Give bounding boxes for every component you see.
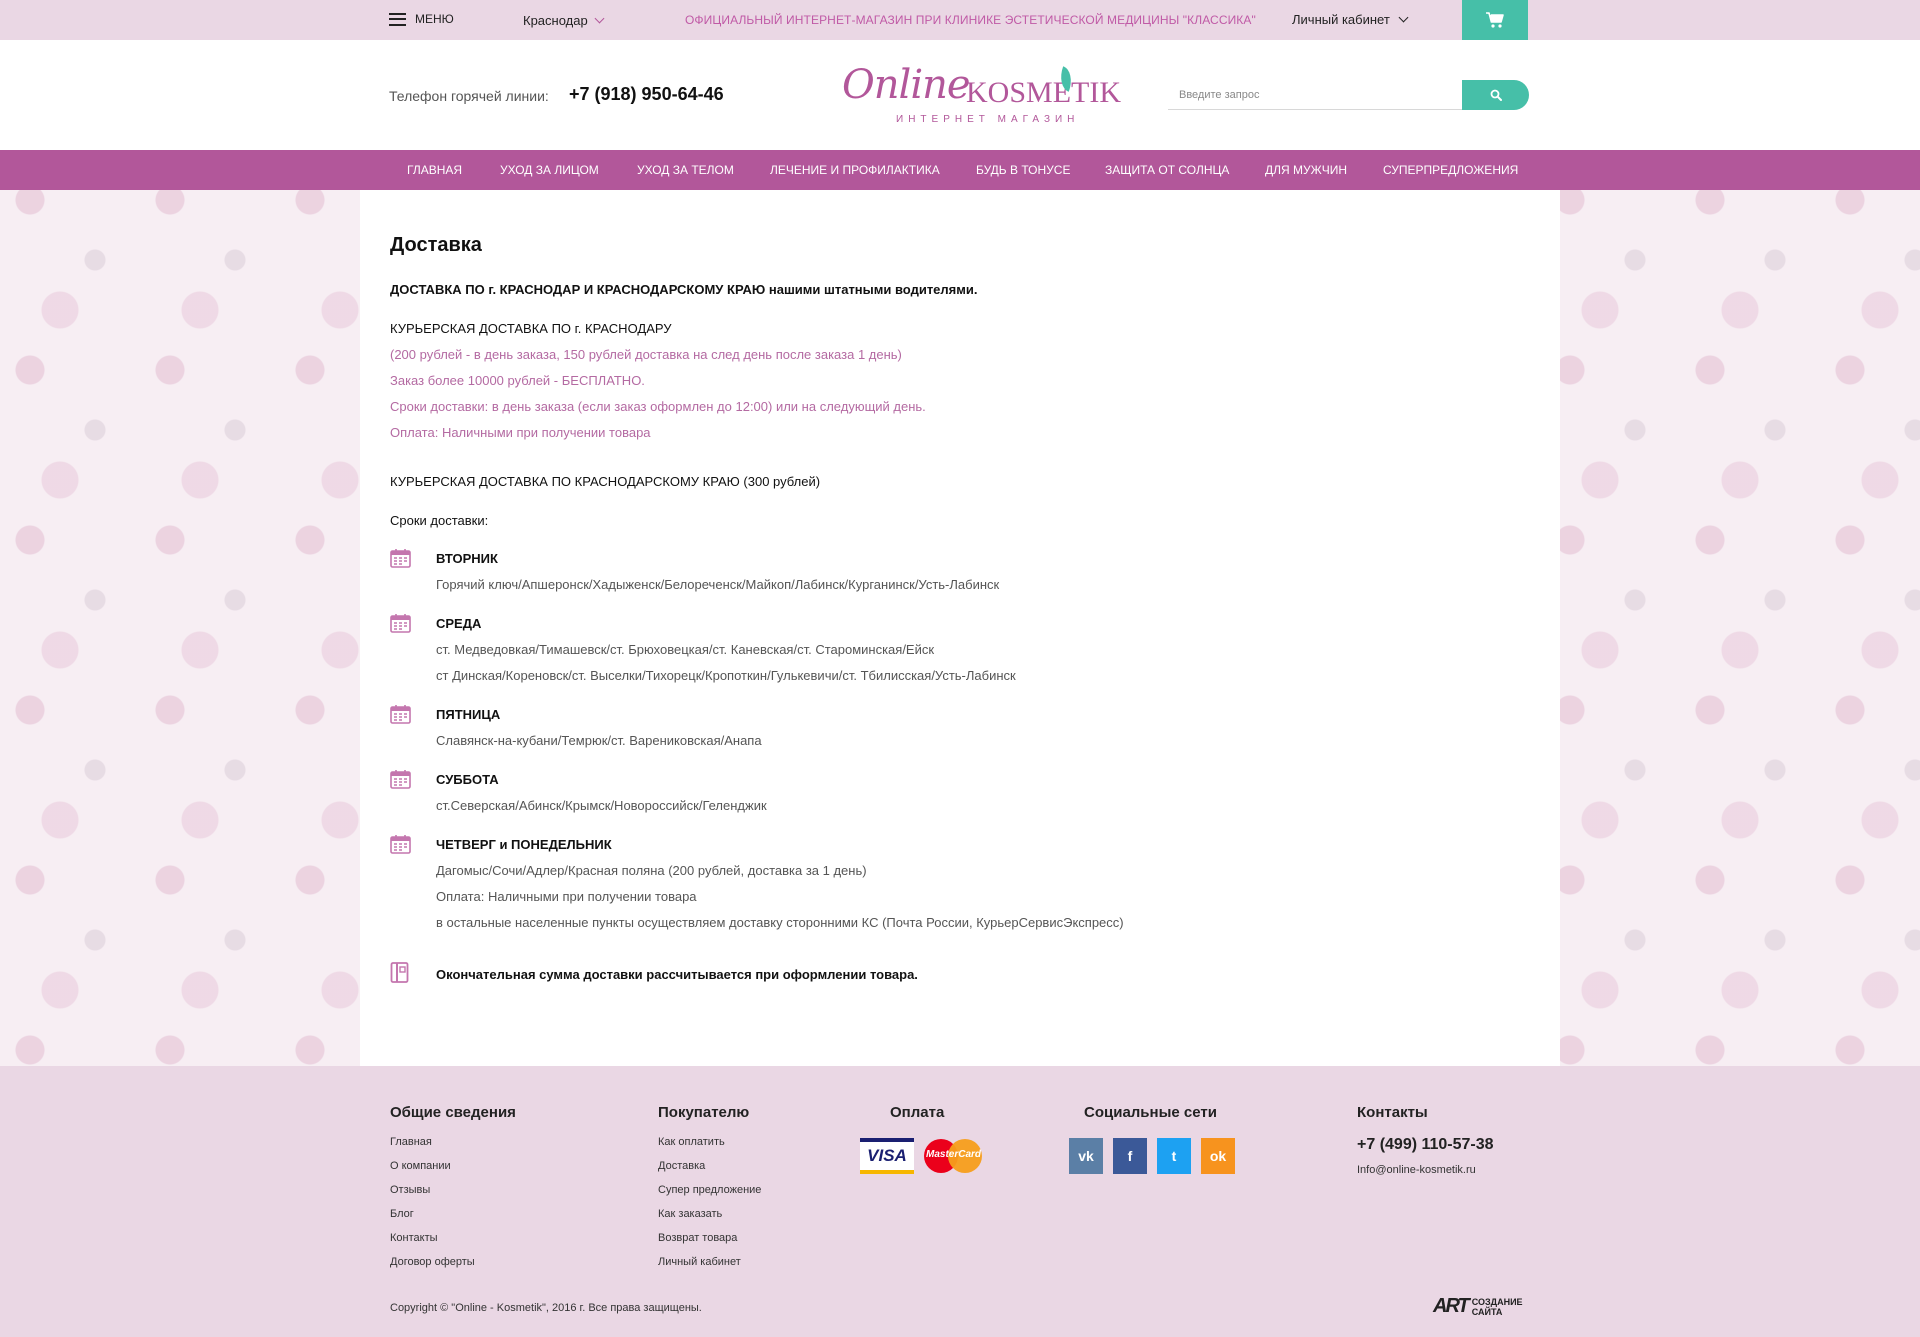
- search-input[interactable]: [1168, 80, 1468, 110]
- schedule-cities: в остальные населенные пункты осуществля…: [436, 915, 1124, 930]
- footer-link[interactable]: Контакты: [390, 1232, 438, 1244]
- visa-label: VISA: [867, 1146, 907, 1165]
- footer-link[interactable]: Как заказать: [658, 1208, 722, 1220]
- footer-contacts-title: Контакты: [1357, 1104, 1428, 1121]
- account-dropdown[interactable]: Личный кабинет: [1292, 12, 1409, 27]
- search-button[interactable]: [1462, 80, 1529, 110]
- region-delivery-heading: КУРЬЕРСКАЯ ДОСТАВКА ПО КРАСНОДАРСКОМУ КР…: [390, 474, 821, 489]
- delivery-note: Окончательная сумма доставки рассчитывае…: [436, 967, 918, 982]
- site-logo[interactable]: Online KOSMETIK ИНТЕРНЕТ МАГАЗИН: [840, 62, 1121, 132]
- city-selector[interactable]: Краснодар: [523, 13, 605, 28]
- schedule-cities: Славянск-на-кубани/Темрюк/ст. Варениковс…: [436, 733, 762, 748]
- odnoklassniki-icon[interactable]: ok: [1201, 1138, 1235, 1174]
- main-nav: ГЛАВНАЯ УХОД ЗА ЛИЦОМ УХОД ЗА ТЕЛОМ ЛЕЧЕ…: [0, 150, 1920, 190]
- page-title: Доставка: [390, 234, 482, 256]
- footer-link[interactable]: Договор оферты: [390, 1256, 475, 1268]
- top-bar: МЕНЮ Краснодар ОФИЦИАЛЬНЫЙ ИНТЕРНЕТ-МАГА…: [0, 0, 1920, 40]
- footer-social-title: Социальные сети: [1084, 1104, 1217, 1121]
- developer-mark: ART: [1433, 1295, 1470, 1317]
- schedule-cities: ст.Северская/Абинск/Крымск/Новороссийск/…: [436, 798, 767, 813]
- mastercard-label: MasterCard: [926, 1149, 982, 1160]
- footer-buyer-title: Покупателю: [658, 1104, 750, 1121]
- delivery-intro: ДОСТАВКА ПО г. КРАСНОДАР И КРАСНОДАРСКОМ…: [390, 282, 978, 297]
- footer-general-title: Общие сведения: [390, 1104, 516, 1121]
- calendar-icon: [390, 549, 411, 568]
- copyright: Copyright © "Online - Kosmetik", 2016 г.…: [390, 1302, 702, 1314]
- footer-link[interactable]: О компании: [390, 1160, 451, 1172]
- footer-link[interactable]: Как оплатить: [658, 1136, 725, 1148]
- schedule-day: ПЯТНИЦА: [436, 707, 501, 722]
- nav-item-sun-protection[interactable]: ЗАЩИТА ОТ СОЛНЦА: [1105, 163, 1229, 177]
- developer-text: СОЗДАНИЕ САЙТА: [1472, 1297, 1523, 1317]
- city-name: Краснодар: [523, 13, 588, 28]
- vk-icon[interactable]: vk: [1069, 1138, 1103, 1174]
- city-delivery-line: Оплата: Наличными при получении товара: [390, 425, 651, 440]
- footer-phone[interactable]: +7 (499) 110-57-38: [1357, 1136, 1494, 1154]
- cart-icon: [1486, 12, 1504, 28]
- developer-logo[interactable]: ART СОЗДАНИЕ САЙТА: [1433, 1295, 1523, 1318]
- logo-brand: KOSMETIK: [966, 76, 1121, 109]
- calendar-icon: [390, 770, 411, 789]
- city-delivery-heading: КУРЬЕРСКАЯ ДОСТАВКА ПО г. КРАСНОДАРУ: [390, 321, 672, 336]
- schedule-cities: Горячий ключ/Апшеронск/Хадыженск/Белореч…: [436, 577, 1000, 592]
- footer-link[interactable]: Главная: [390, 1136, 432, 1148]
- hotline-label: Телефон горячей линии:: [389, 88, 549, 104]
- schedule-label: Сроки доставки:: [390, 513, 489, 528]
- schedule-cities: Оплата: Наличными при получении товара: [436, 889, 697, 904]
- footer-link[interactable]: Супер предложение: [658, 1184, 761, 1196]
- city-delivery-line: Заказ более 10000 рублей - БЕСПЛАТНО.: [390, 373, 645, 388]
- main-content: Доставка ДОСТАВКА ПО г. КРАСНОДАР И КРАС…: [360, 190, 1560, 1066]
- nav-item-treatment[interactable]: ЛЕЧЕНИЕ И ПРОФИЛАКТИКА: [770, 163, 940, 177]
- developer-text-line: СОЗДАНИЕ: [1471, 1296, 1523, 1307]
- city-delivery-line: (200 рублей - в день заказа, 150 рублей …: [390, 347, 902, 362]
- site-header: Телефон горячей линии: +7 (918) 950-64-4…: [0, 40, 1920, 150]
- facebook-icon[interactable]: f: [1113, 1138, 1147, 1174]
- schedule-day: СРЕДА: [436, 616, 482, 631]
- promo-banner: ОФИЦИАЛЬНЫЙ ИНТЕРНЕТ-МАГАЗИН ПРИ КЛИНИКЕ…: [685, 13, 1256, 27]
- search-form: [1168, 80, 1529, 110]
- nav-item-for-men[interactable]: ДЛЯ МУЖЧИН: [1265, 163, 1347, 177]
- nav-item-home[interactable]: ГЛАВНАЯ: [407, 163, 462, 177]
- schedule-day: ВТОРНИК: [436, 551, 498, 566]
- nav-item-body-care[interactable]: УХОД ЗА ТЕЛОМ: [637, 163, 734, 177]
- menu-button[interactable]: МЕНЮ: [389, 12, 454, 26]
- schedule-day: СУББОТА: [436, 772, 499, 787]
- notebook-icon: [390, 962, 409, 983]
- search-icon: [1490, 89, 1502, 101]
- footer-link[interactable]: Личный кабинет: [658, 1256, 741, 1268]
- footer-link[interactable]: Доставка: [658, 1160, 705, 1172]
- logo-subtitle: ИНТЕРНЕТ МАГАЗИН: [896, 114, 1080, 125]
- chevron-down-icon: [594, 13, 605, 24]
- menu-label: МЕНЮ: [415, 12, 454, 26]
- site-footer: Общие сведения Главная О компании Отзывы…: [0, 1066, 1920, 1337]
- mastercard-logo: MasterCard: [924, 1138, 982, 1174]
- footer-payment-title: Оплата: [890, 1104, 945, 1121]
- nav-item-super-offers[interactable]: СУПЕРПРЕДЛОЖЕНИЯ: [1383, 163, 1518, 177]
- footer-link[interactable]: Блог: [390, 1208, 414, 1220]
- schedule-cities: ст. Медведовкая/Тимашевск/ст. Брюховецка…: [436, 642, 935, 657]
- footer-link[interactable]: Отзывы: [390, 1184, 430, 1196]
- calendar-icon: [390, 835, 411, 854]
- schedule-day: ЧЕТВЕРГ и ПОНЕДЕЛЬНИК: [436, 837, 612, 852]
- twitter-icon[interactable]: t: [1157, 1138, 1191, 1174]
- chevron-down-icon: [1398, 12, 1409, 23]
- nav-item-tonus[interactable]: БУДЬ В ТОНУСЕ: [976, 163, 1070, 177]
- visa-logo: VISA: [860, 1138, 914, 1174]
- footer-email[interactable]: Info@online-kosmetik.ru: [1357, 1164, 1476, 1176]
- nav-item-face-care[interactable]: УХОД ЗА ЛИЦОМ: [500, 163, 599, 177]
- schedule-cities: Дагомыс/Сочи/Адлер/Красная поляна (200 р…: [436, 863, 867, 878]
- hotline-phone[interactable]: +7 (918) 950-64-46: [569, 84, 724, 105]
- footer-link[interactable]: Возврат товара: [658, 1232, 737, 1244]
- hamburger-icon: [389, 12, 406, 26]
- account-label: Личный кабинет: [1292, 12, 1390, 27]
- calendar-icon: [390, 614, 411, 633]
- logo-script: Online: [842, 62, 971, 108]
- schedule-cities: ст Динская/Кореновск/ст. Выселки/Тихорец…: [436, 668, 1016, 683]
- city-delivery-line: Сроки доставки: в день заказа (если зака…: [390, 399, 926, 414]
- cart-button[interactable]: [1462, 0, 1528, 40]
- calendar-icon: [390, 705, 411, 724]
- developer-text-line: САЙТА: [1471, 1306, 1503, 1317]
